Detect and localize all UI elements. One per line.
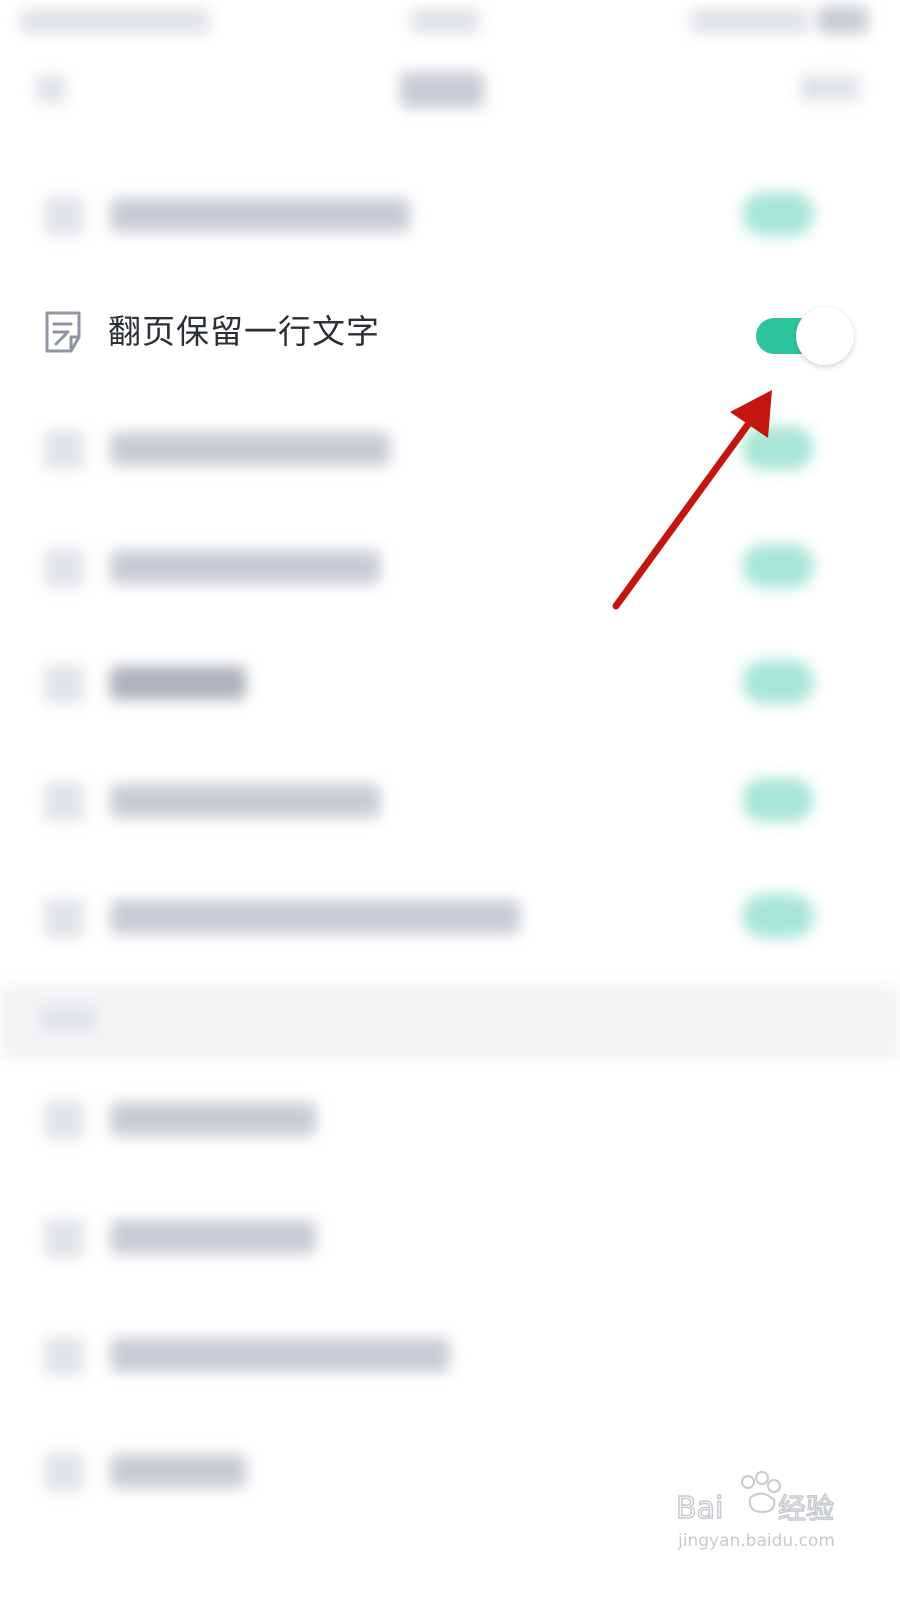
svg-text:经验: 经验 (778, 1492, 834, 1525)
blurred-background (0, 0, 900, 1600)
svg-text:jingyan.baidu.com: jingyan.baidu.com (677, 1531, 835, 1551)
toggle-knob (796, 307, 854, 365)
keep-line-toggle[interactable] (756, 307, 854, 365)
svg-text:Bai: Bai (676, 1491, 723, 1526)
page-note-icon (44, 310, 84, 354)
setting-label: 翻页保留一行文字 (108, 312, 380, 351)
annotation-arrow (612, 390, 772, 610)
setting-row-keep-line[interactable]: 翻页保留一行文字 (0, 290, 900, 374)
baidu-jingyan-watermark: Bai 经验 jingyan.baidu.com (676, 1471, 835, 1551)
